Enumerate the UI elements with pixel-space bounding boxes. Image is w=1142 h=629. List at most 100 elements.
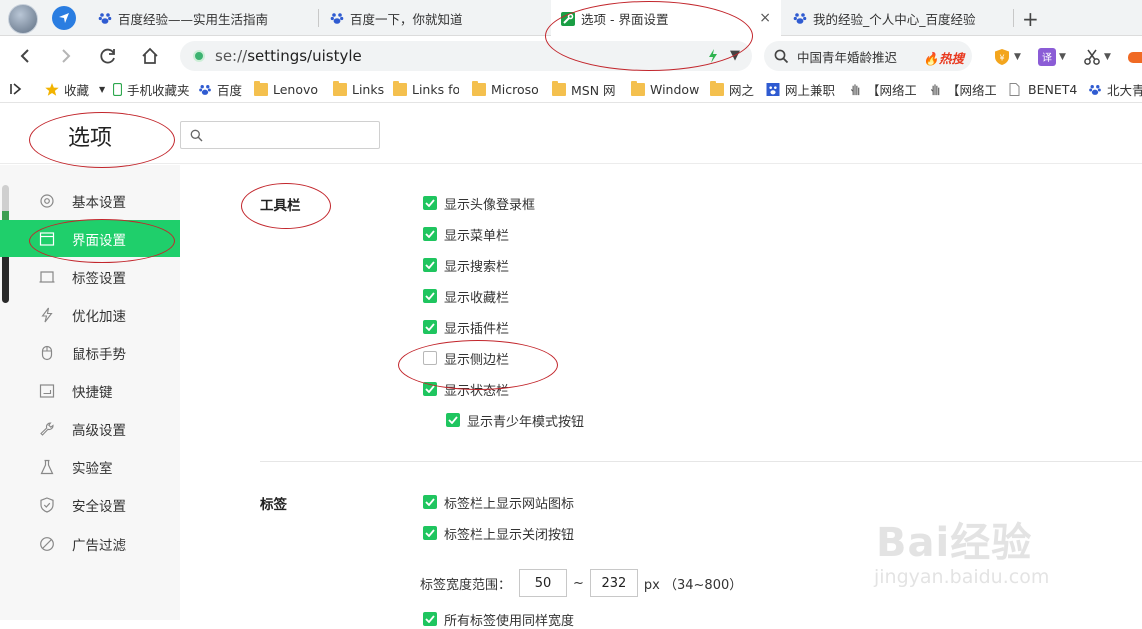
tab-width-min-input[interactable] xyxy=(519,569,568,597)
option-show-menubar[interactable]: 显示菜单栏 xyxy=(423,225,509,244)
sidebar-item-mouse-gesture[interactable]: 鼠标手势 xyxy=(0,334,180,371)
shield-icon xyxy=(40,496,54,513)
bookmark-folder-lenovo[interactable]: Lenovo xyxy=(254,81,318,97)
settings-search-input[interactable] xyxy=(180,121,380,149)
checkbox-checked[interactable] xyxy=(423,258,437,272)
sidebar-item-interface[interactable]: 界面设置 xyxy=(0,220,180,257)
home-button[interactable] xyxy=(139,45,161,67)
url-dropdown-icon[interactable]: ▼ xyxy=(730,48,740,63)
new-tab-button[interactable]: + xyxy=(1022,7,1039,31)
option-tab-show-favicon[interactable]: 标签栏上显示网站图标 xyxy=(423,493,574,512)
folder-icon xyxy=(631,81,645,96)
bookmark-folder-links[interactable]: Links xyxy=(333,81,384,97)
translate-extension[interactable]: 译 ▼ xyxy=(1038,47,1066,67)
sidebar-item-label: 鼠标手势 xyxy=(72,346,126,363)
option-tab-show-close-button[interactable]: 标签栏上显示关闭按钮 xyxy=(423,524,574,543)
checkbox-checked[interactable] xyxy=(423,495,437,509)
option-show-bookmarks-bar[interactable]: 显示收藏栏 xyxy=(423,287,509,306)
tab-separator xyxy=(1013,9,1014,27)
bookmark-benet[interactable]: BENET4 xyxy=(1009,81,1077,97)
bookmark-folder-microsoft[interactable]: Microso xyxy=(472,81,538,97)
checkbox-checked[interactable] xyxy=(423,196,437,210)
sidebar-toggle-icon[interactable] xyxy=(10,81,22,97)
option-show-avatar-login[interactable]: 显示头像登录框 xyxy=(423,194,536,213)
svg-text:译: 译 xyxy=(1042,52,1052,64)
option-show-sidebar[interactable]: 显示侧边栏 xyxy=(423,349,509,368)
sidebar-item-advanced[interactable]: 高级设置 xyxy=(0,410,180,447)
tab-my-jingyan[interactable]: 我的经验_个人中心_百度经验 xyxy=(783,0,1013,36)
sidebar-item-lab[interactable]: 实验室 xyxy=(0,448,180,485)
option-show-statusbar[interactable]: 显示状态栏 xyxy=(423,380,510,399)
reload-icon xyxy=(100,48,115,64)
page-title: 选项 xyxy=(68,126,113,151)
bookmark-network-2[interactable]: 【网络工 xyxy=(928,81,996,97)
checkbox-checked[interactable] xyxy=(423,612,437,626)
bookmark-folder-wangzhi[interactable]: 网之 xyxy=(710,81,754,97)
sidebar-item-optimize[interactable]: 优化加速 xyxy=(0,296,180,333)
sidebar-item-label: 快捷键 xyxy=(72,384,113,401)
tab-width-label: 标签宽度范围： xyxy=(420,577,512,593)
url-text[interactable]: se://settings/uistyle xyxy=(215,47,362,65)
checkbox-checked[interactable] xyxy=(423,227,437,241)
user-avatar[interactable] xyxy=(8,4,38,34)
coupon-extension[interactable]: ¥ ▼ xyxy=(993,47,1021,67)
option-tab-same-width[interactable]: 所有标签使用同样宽度 xyxy=(423,610,574,629)
watermark-logo: Bai经验 xyxy=(876,520,1033,566)
reload-button[interactable] xyxy=(97,45,119,67)
navigation-icon[interactable] xyxy=(52,6,76,30)
tab-baidu-jingyan[interactable]: 百度经验——实用生活指南 xyxy=(88,0,318,36)
sidebar-item-basic[interactable]: 基本设置 xyxy=(0,182,180,219)
checkbox-checked[interactable] xyxy=(423,289,437,303)
tab-settings-active[interactable]: 选项 - 界面设置 × xyxy=(551,0,781,37)
search-box[interactable]: 中国青年婚龄推迟 🔥热搜 xyxy=(764,41,972,71)
checkbox-checked[interactable] xyxy=(423,382,437,396)
bookmark-folder-windows[interactable]: Window xyxy=(631,81,699,97)
tab-baidu-search[interactable]: 百度一下，你就知道 xyxy=(320,0,548,36)
forward-button[interactable] xyxy=(55,45,77,67)
sidebar-item-label: 实验室 xyxy=(72,460,113,477)
section-title-tabs: 标签 xyxy=(260,497,287,513)
dropdown-icon: ▼ xyxy=(99,84,106,94)
checkbox-checked[interactable] xyxy=(423,320,437,334)
bookmark-network-1[interactable]: 【网络工 xyxy=(848,81,916,97)
folder-icon xyxy=(393,81,407,96)
range-separator: ~ xyxy=(573,575,584,591)
screenshot-extension[interactable]: ▼ xyxy=(1083,47,1111,67)
lightning-icon[interactable] xyxy=(708,49,718,67)
checkbox-checked[interactable] xyxy=(446,413,460,427)
option-show-searchbar[interactable]: 显示搜索栏 xyxy=(423,256,509,275)
close-tab-icon[interactable]: × xyxy=(759,10,771,26)
bookmark-parttime[interactable]: 网上兼职 xyxy=(766,81,836,97)
option-show-plugin-bar[interactable]: 显示插件栏 xyxy=(423,318,509,337)
bookmark-label: Microso xyxy=(491,81,538,97)
section-divider xyxy=(260,461,1142,462)
option-show-teen-mode-button[interactable]: 显示青少年模式按钮 xyxy=(446,411,584,430)
checkbox-unchecked[interactable] xyxy=(423,351,437,365)
search-query[interactable]: 中国青年婚龄推迟 xyxy=(797,47,897,66)
bookmark-baidu[interactable]: 百度 xyxy=(198,81,242,97)
tab-width-unit: px （34~800） xyxy=(643,577,743,593)
checkbox-checked[interactable] xyxy=(423,526,437,540)
bookmark-favorites[interactable]: 收藏 ▼ xyxy=(45,81,105,97)
star-icon xyxy=(45,82,59,96)
hot-search-badge[interactable]: 🔥热搜 xyxy=(923,48,964,67)
sidebar-item-tabs[interactable]: 标签设置 xyxy=(0,258,180,295)
home-icon xyxy=(142,47,158,64)
tab-width-max-input[interactable] xyxy=(589,569,638,597)
baidu-paw-icon xyxy=(793,11,807,25)
back-button[interactable] xyxy=(14,45,36,67)
secure-site-icon xyxy=(193,50,205,62)
game-extension[interactable] xyxy=(1128,47,1142,67)
sidebar-item-shortcuts[interactable]: 快捷键 xyxy=(0,372,180,409)
sidebar-item-adblock[interactable]: 广告过滤 xyxy=(0,525,180,562)
bookmark-folder-links-for[interactable]: Links fo xyxy=(393,81,459,97)
option-label: 显示状态栏 xyxy=(444,383,510,399)
bookmark-mobile[interactable]: 手机收藏夹 xyxy=(113,81,190,97)
url-bar[interactable]: se://settings/uistyle ▼ xyxy=(180,41,752,71)
bookmark-beida[interactable]: 北大青 xyxy=(1088,81,1142,97)
sidebar-item-security[interactable]: 安全设置 xyxy=(0,486,180,523)
tab-separator xyxy=(318,9,319,27)
bookmark-folder-msn[interactable]: MSN 网 xyxy=(552,81,618,97)
tab-strip: 百度经验——实用生活指南 百度一下，你就知道 选项 - 界面设置 × 我的经验_… xyxy=(0,0,1142,37)
option-label: 显示头像登录框 xyxy=(444,197,536,213)
